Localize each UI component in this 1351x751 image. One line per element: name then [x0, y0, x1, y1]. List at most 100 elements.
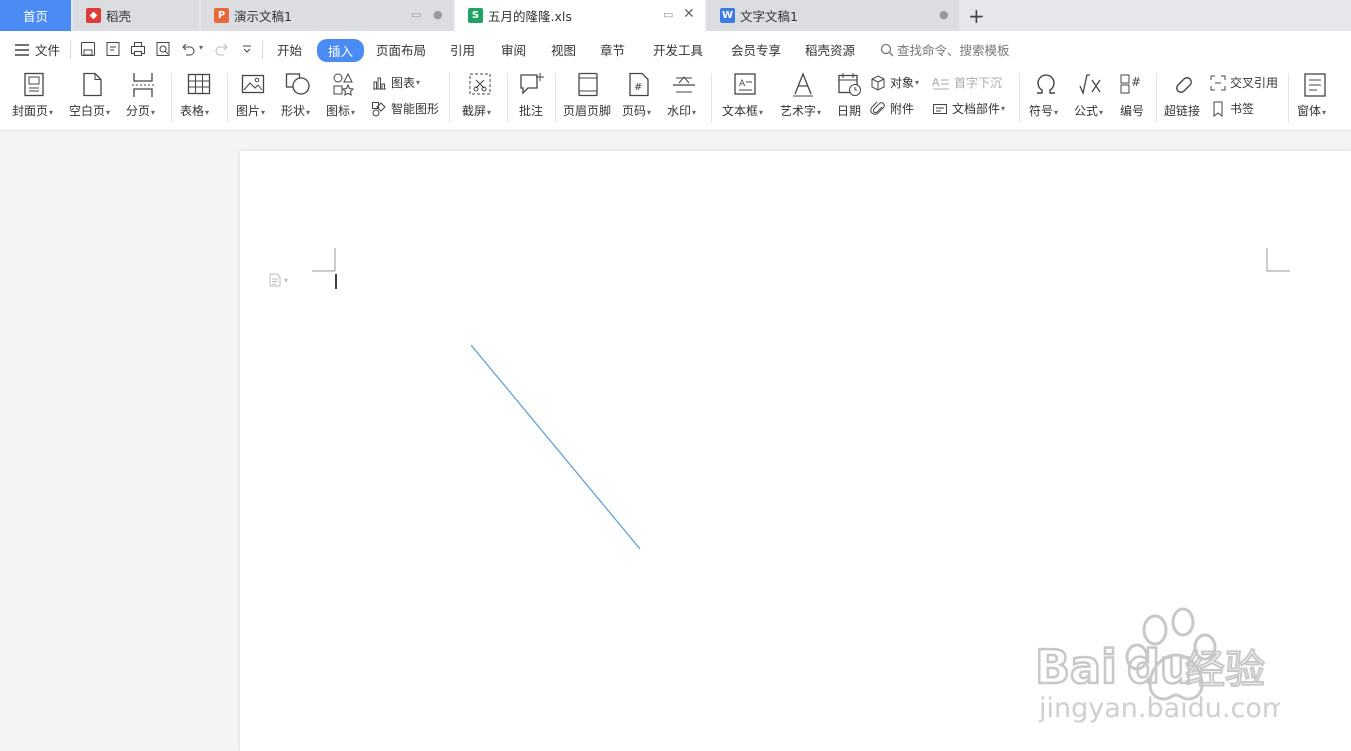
divider: [1019, 73, 1020, 123]
date-icon: [838, 73, 861, 96]
cross-reference-label: 交叉引用: [1230, 76, 1279, 90]
ribbon-insert: 封面页▾ 空白页▾ 分页▾ 表格▾ 图片▾ 形状▾ 图标▾ 图表▾ 智能图形: [0, 67, 1351, 131]
page-break-label: 分页: [126, 104, 151, 118]
tab-spreadsheet[interactable]: S 五月的隆隆.xls ▭ ✕: [455, 0, 705, 31]
comment-button[interactable]: 批注: [517, 67, 547, 131]
tab-home[interactable]: 首页: [0, 0, 71, 31]
file-menu[interactable]: 文件: [15, 40, 60, 59]
drop-cap-icon: A: [932, 76, 949, 89]
table-label: 表格: [180, 104, 205, 118]
hyperlink-button[interactable]: 超链接: [1164, 67, 1204, 131]
menu-section[interactable]: 章节: [600, 40, 625, 59]
cross-reference-button[interactable]: 交叉引用: [1210, 74, 1278, 91]
undo-icon[interactable]: [180, 41, 196, 57]
header-footer-button[interactable]: 页眉页脚: [563, 67, 613, 131]
svg-text:A: A: [739, 79, 746, 89]
blank-page-label: 空白页: [69, 104, 106, 118]
page-number-label: 页码: [622, 104, 647, 118]
save-icon[interactable]: [80, 41, 96, 57]
bookmark-icon: [1213, 101, 1223, 117]
wordart-button[interactable]: 艺术字▾: [780, 67, 828, 131]
chart-button[interactable]: 图表 ▾: [371, 74, 420, 91]
watermark-button[interactable]: 水印▾: [667, 67, 703, 131]
page-break-icon: [132, 73, 154, 97]
drop-cap-button[interactable]: A 首字下沉: [932, 74, 1002, 91]
tab-label: 五月的隆隆.xls: [488, 9, 572, 24]
paragraph-options[interactable]: ▾: [268, 273, 288, 287]
numbering-label: 编号: [1120, 104, 1145, 118]
header-footer-icon: [578, 72, 598, 97]
tab-writer[interactable]: W 文字文稿1 ●: [707, 0, 959, 31]
divider: [711, 73, 712, 123]
baidu-watermark-logo: Bai du 经验 jingyan.baidu.com: [1034, 605, 1288, 728]
tab-presentation[interactable]: P 演示文稿1 ▭ ●: [201, 0, 453, 31]
divider: [70, 41, 71, 59]
form-icon: [1304, 73, 1326, 97]
cover-page-icon: [24, 72, 44, 97]
print-preview-icon[interactable]: [155, 41, 171, 57]
forms-button[interactable]: 窗体▾: [1297, 67, 1337, 131]
menu-bar: 文件 ▾ 开始 插入 页面布局 引用 审阅 视图 章节 开发工具 会员专享 稻壳…: [0, 31, 1351, 67]
menu-start[interactable]: 开始: [277, 40, 302, 59]
divider: [171, 73, 172, 123]
export-pdf-icon[interactable]: [105, 41, 121, 57]
spreadsheet-icon: S: [468, 8, 483, 23]
menu-docer-resources[interactable]: 稻壳资源: [805, 40, 855, 59]
menu-view[interactable]: 视图: [551, 40, 576, 59]
tab-docer[interactable]: ◆ 稻壳: [73, 0, 199, 31]
link-icon: [1176, 77, 1192, 93]
attachment-button[interactable]: 附件: [870, 100, 914, 117]
smart-graphic-button[interactable]: 智能图形: [371, 100, 439, 117]
formula-button[interactable]: 公式▾: [1074, 67, 1110, 131]
redo-icon[interactable]: [214, 41, 230, 57]
menu-member[interactable]: 会员专享: [731, 40, 781, 59]
doc-parts-button[interactable]: 文档部件 ▾: [932, 100, 1005, 117]
symbol-button[interactable]: 符号▾: [1029, 67, 1065, 131]
screenshot-button[interactable]: 截屏▾: [462, 67, 498, 131]
textbox-label: 文本框: [722, 104, 759, 118]
menu-references[interactable]: 引用: [450, 40, 475, 59]
textbox-button[interactable]: A 文本框▾: [722, 67, 770, 131]
bookmark-button[interactable]: 书签: [1210, 100, 1254, 117]
blank-page-button[interactable]: 空白页▾: [69, 67, 117, 131]
formula-icon: [1079, 74, 1101, 96]
hyperlink-label: 超链接: [1164, 104, 1201, 118]
divider: [507, 73, 508, 123]
table-button[interactable]: 表格▾: [180, 67, 218, 131]
line-shape[interactable]: [470, 344, 641, 550]
picture-icon: [241, 74, 265, 94]
svg-text:#: #: [634, 82, 642, 93]
cover-page-button[interactable]: 封面页▾: [12, 67, 60, 131]
icons-button[interactable]: 图标▾: [326, 67, 362, 131]
print-icon[interactable]: [130, 41, 146, 57]
object-button[interactable]: 对象 ▾: [870, 74, 919, 91]
menu-review[interactable]: 审阅: [501, 40, 526, 59]
shape-label: 形状: [281, 104, 306, 118]
doc-parts-icon: [933, 103, 947, 114]
document-icon: [269, 273, 281, 287]
undo-dropdown-icon[interactable]: ▾: [199, 43, 203, 52]
drop-cap-label: 首字下沉: [954, 76, 1003, 90]
presentation-icon: P: [214, 8, 229, 23]
doc-parts-label: 文档部件: [952, 102, 1001, 116]
command-search[interactable]: 查找命令、搜索模板: [880, 40, 1010, 59]
tab-bar: 首页 ◆ 稻壳 P 演示文稿1 ▭ ● S 五月的隆隆.xls ▭ ✕ W 文字…: [0, 0, 1351, 31]
customize-icon[interactable]: [241, 41, 253, 57]
header-footer-label: 页眉页脚: [563, 104, 612, 118]
picture-label: 图片: [236, 104, 261, 118]
page-break-button[interactable]: 分页▾: [126, 67, 162, 131]
date-button[interactable]: 日期: [836, 67, 864, 131]
new-tab-icon[interactable]: +: [968, 4, 985, 28]
menu-developer[interactable]: 开发工具: [653, 40, 703, 59]
page-number-button[interactable]: # 页码▾: [622, 67, 658, 131]
window-icon[interactable]: ▭: [411, 8, 421, 21]
date-label: 日期: [837, 104, 862, 118]
numbering-button[interactable]: # 编号: [1119, 67, 1149, 131]
shape-button[interactable]: 形状▾: [281, 67, 317, 131]
window-icon[interactable]: ▭: [663, 8, 673, 21]
divider: [227, 73, 228, 123]
menu-page-layout[interactable]: 页面布局: [376, 40, 426, 59]
close-icon[interactable]: ✕: [683, 6, 695, 22]
menu-insert[interactable]: 插入: [317, 39, 365, 62]
picture-button[interactable]: 图片▾: [236, 67, 272, 131]
